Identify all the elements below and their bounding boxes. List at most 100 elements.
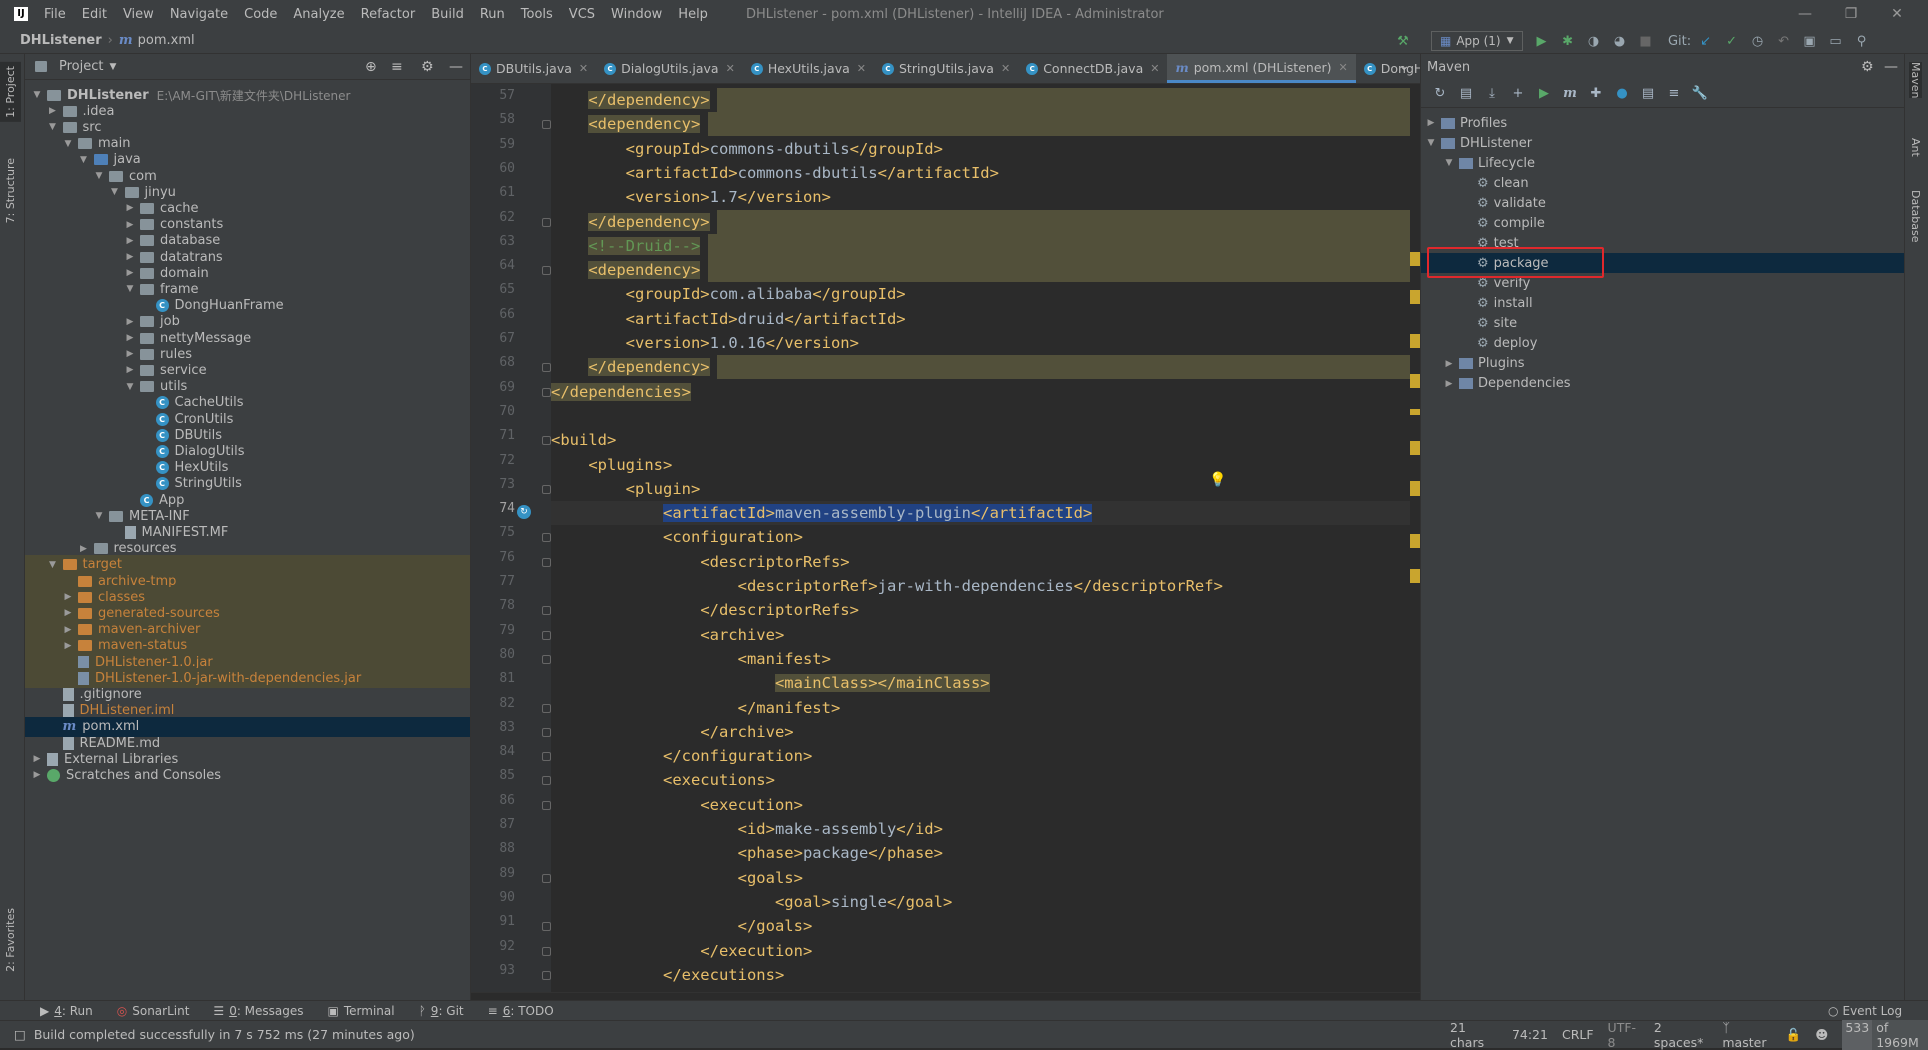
collapsed-arrow-icon[interactable]: ▶	[124, 317, 136, 327]
stop-icon[interactable]: ■	[1635, 32, 1657, 50]
menu-window[interactable]: Window	[603, 7, 670, 22]
code-line[interactable]: </executions>	[551, 963, 1410, 987]
code-line[interactable]: <dependency>	[551, 258, 1410, 283]
tool-window-button[interactable]: ◎ SonarLint	[117, 1004, 190, 1018]
code-line[interactable]: <plugins>	[551, 453, 1410, 477]
fold-marker-icon[interactable]	[542, 970, 551, 980]
hide-panel-icon[interactable]: —	[1884, 59, 1898, 75]
code-editor[interactable]: </dependency> <dependency> <groupId>comm…	[551, 84, 1410, 992]
maven-lifecycle-goal[interactable]: ⚙ clean	[1421, 173, 1905, 193]
collapsed-arrow-icon[interactable]: ▶	[124, 333, 136, 343]
code-line[interactable]: </goals>	[551, 914, 1410, 938]
inspector-icon[interactable]: ☻	[1815, 1027, 1828, 1042]
warning-marker[interactable]	[1410, 334, 1420, 348]
fold-marker-icon[interactable]	[542, 800, 551, 810]
close-tab-icon[interactable]: ✕	[579, 62, 588, 75]
collapsed-arrow-icon[interactable]: ▶	[124, 220, 136, 230]
editor-tab[interactable]: C DialogUtils.java ✕	[596, 54, 743, 83]
fold-marker-icon[interactable]	[542, 484, 551, 494]
menu-help[interactable]: Help	[670, 7, 716, 22]
code-line[interactable]: </dependencies>	[551, 380, 1410, 404]
code-line[interactable]: </configuration>	[551, 744, 1410, 768]
chevron-down-icon[interactable]: ▼	[109, 62, 116, 72]
tool-window-button[interactable]: ᚹ9: Git	[419, 1004, 464, 1018]
close-tab-icon[interactable]: ✕	[1001, 62, 1010, 75]
close-window-button[interactable]: ✕	[1874, 0, 1920, 28]
maven-lifecycle-goal[interactable]: ⚙ install	[1421, 293, 1905, 313]
fold-marker-icon[interactable]	[542, 120, 551, 130]
search-icon[interactable]: ⚲	[1851, 32, 1873, 50]
run-icon[interactable]: ▶	[1531, 32, 1553, 50]
gear-icon[interactable]: ⚙	[421, 59, 434, 75]
collapse-all-icon[interactable]: ≡	[391, 59, 403, 75]
hammer-build-icon[interactable]: ⚒	[1392, 32, 1414, 50]
collapsed-arrow-icon[interactable]: ▶	[124, 252, 136, 262]
project-panel-title[interactable]: Project	[59, 59, 103, 74]
code-line[interactable]: </dependency>	[551, 355, 1410, 380]
fold-marker-icon[interactable]	[542, 727, 551, 737]
collapsed-arrow-icon[interactable]: ▶	[1425, 118, 1437, 128]
code-line[interactable]: <goal>single</goal>	[551, 890, 1410, 914]
code-line[interactable]: <execution>	[551, 793, 1410, 817]
favorites-tool-tab[interactable]: 2: Favorites	[0, 904, 21, 976]
collapsed-arrow-icon[interactable]: ▶	[124, 349, 136, 359]
error-stripe[interactable]	[1410, 84, 1420, 992]
collapsed-arrow-icon[interactable]: ▶	[1443, 379, 1455, 389]
editor-tab[interactable]: C ConnectDB.java ✕	[1018, 54, 1167, 83]
warning-marker[interactable]	[1410, 569, 1420, 583]
profiler-icon[interactable]: ◕	[1609, 32, 1631, 50]
warning-marker[interactable]	[1410, 374, 1420, 388]
collapsed-arrow-icon[interactable]: ▶	[47, 106, 59, 116]
line-separator[interactable]: CRLF	[1562, 1027, 1594, 1042]
expanded-arrow-icon[interactable]: ▼	[124, 382, 136, 392]
code-line[interactable]: <groupId>commons-dbutils</groupId>	[551, 137, 1410, 161]
event-log-button[interactable]: ○ Event Log	[1828, 1004, 1902, 1018]
override-gutter-icon[interactable]: ↻	[517, 505, 531, 520]
fold-marker-icon[interactable]	[542, 654, 551, 664]
code-line[interactable]: <archive>	[551, 623, 1410, 647]
code-line[interactable]: <build>	[551, 428, 1410, 452]
collapsed-arrow-icon[interactable]: ▶	[62, 592, 74, 602]
maven-tool-tab[interactable]: Maven	[1909, 62, 1922, 99]
menu-edit[interactable]: Edit	[74, 7, 115, 22]
git-branch[interactable]: ᛉ master	[1722, 1020, 1771, 1050]
lock-icon[interactable]: 🔓	[1786, 1027, 1802, 1043]
expanded-arrow-icon[interactable]: ▼	[78, 155, 90, 165]
expanded-arrow-icon[interactable]: ▼	[31, 90, 43, 100]
code-line[interactable]: <manifest>	[551, 647, 1410, 671]
editor-tab[interactable]: C DBUtils.java ✕	[471, 54, 596, 83]
warning-marker[interactable]	[1410, 409, 1420, 415]
collapse-all-icon[interactable]: ≡	[1661, 84, 1687, 104]
fold-marker-icon[interactable]	[542, 630, 551, 640]
fold-marker-icon[interactable]	[542, 387, 551, 397]
fold-marker-icon[interactable]	[542, 703, 551, 713]
code-line[interactable]: <phase>package</phase>	[551, 841, 1410, 865]
code-line[interactable]: <plugin>	[551, 477, 1410, 501]
fold-marker-icon[interactable]	[542, 873, 551, 883]
fold-marker-icon[interactable]	[542, 363, 551, 373]
fold-marker-icon[interactable]	[542, 266, 551, 276]
maven-tree-item[interactable]: ▶ Plugins	[1421, 354, 1905, 374]
run-configuration-select[interactable]: ▦ App (1) ▼	[1431, 31, 1523, 51]
expanded-arrow-icon[interactable]: ▼	[62, 139, 74, 149]
menu-tools[interactable]: Tools	[513, 7, 561, 22]
fold-marker-icon[interactable]	[542, 217, 551, 227]
maven-lifecycle-goal[interactable]: ⚙ compile	[1421, 213, 1905, 233]
expanded-arrow-icon[interactable]: ▼	[47, 122, 59, 132]
tool-window-button[interactable]: ▣ Terminal	[328, 1004, 395, 1018]
code-line[interactable]: <executions>	[551, 768, 1410, 792]
collapsed-arrow-icon[interactable]: ▶	[124, 268, 136, 278]
caret-position[interactable]: 74:21	[1512, 1027, 1548, 1042]
collapsed-arrow-icon[interactable]: ▶	[124, 365, 136, 375]
skip-tests-icon[interactable]: ●	[1609, 84, 1635, 104]
locate-icon[interactable]: ⊕	[365, 59, 377, 75]
editor-tab[interactable]: m pom.xml (DHListener) ✕	[1167, 54, 1356, 83]
code-line[interactable]: </execution>	[551, 939, 1410, 963]
warning-marker[interactable]	[1410, 252, 1420, 266]
project-tree-item[interactable]: ▶ Scratches and Consoles	[25, 765, 470, 785]
code-line[interactable]: <groupId>com.alibaba</groupId>	[551, 282, 1410, 306]
debug-icon[interactable]: ✱	[1557, 32, 1579, 50]
breadcrumb-file[interactable]: pom.xml	[138, 33, 195, 48]
execute-goal-icon[interactable]: m	[1557, 84, 1583, 104]
collapsed-arrow-icon[interactable]: ▶	[124, 203, 136, 213]
